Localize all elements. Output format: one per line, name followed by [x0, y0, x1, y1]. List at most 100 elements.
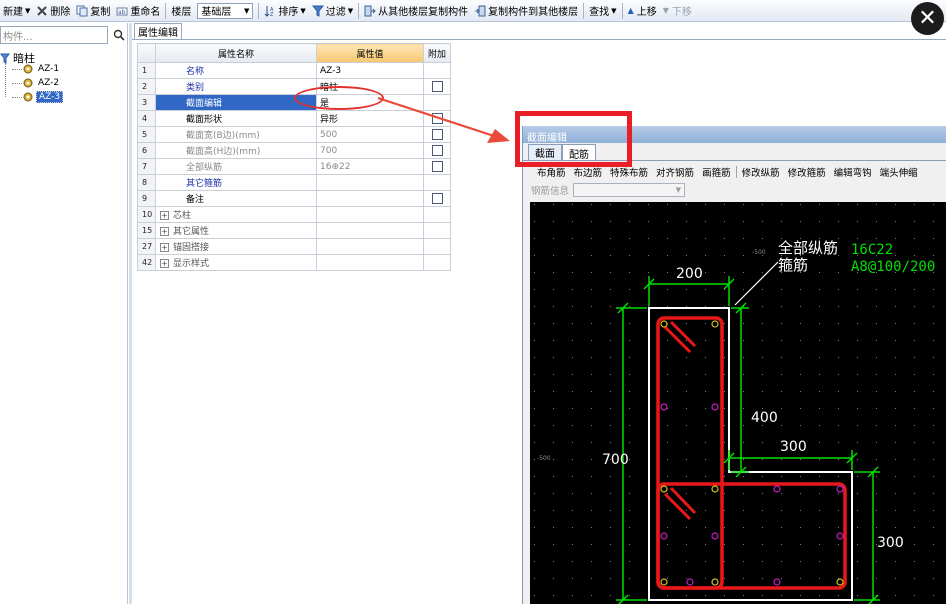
- value-all-long-bars: 16C22: [851, 242, 893, 258]
- axis-label-top: -500: [752, 249, 766, 256]
- copy-button[interactable]: 复制: [73, 1, 113, 21]
- attach-cell: [423, 190, 451, 207]
- value-stirrup: A8@100/200: [851, 259, 935, 275]
- search-button[interactable]: [110, 26, 127, 44]
- expand-plus-icon[interactable]: +: [160, 259, 169, 268]
- tab-property-edit[interactable]: 属性编辑: [134, 23, 182, 39]
- property-row[interactable]: 15 + 其它属性: [137, 222, 451, 239]
- property-value[interactable]: [316, 174, 424, 191]
- toolbar-separator: [165, 2, 167, 19]
- property-row[interactable]: 8 其它箍筋: [137, 174, 451, 191]
- component-tree-pane: 构件... 暗柱 AZ-1 AZ-2 AZ-3: [0, 23, 128, 604]
- property-row[interactable]: 7 全部纵筋 16⊕22: [137, 158, 451, 175]
- edit-stirrup-button[interactable]: 修改箍筋: [784, 165, 830, 179]
- align-bar-button[interactable]: 对齐钢筋: [652, 165, 698, 179]
- property-value[interactable]: [316, 238, 424, 255]
- special-bar-button[interactable]: 特殊布筋: [606, 165, 652, 179]
- toolbar-separator: [258, 2, 260, 19]
- attach-checkbox[interactable]: [431, 113, 443, 124]
- attach-checkbox[interactable]: [431, 145, 443, 156]
- place-edge-bar-button[interactable]: 布边筋: [570, 165, 607, 179]
- expand-plus-icon[interactable]: +: [160, 211, 169, 220]
- row-number: 2: [137, 78, 156, 95]
- property-name: 截面形状: [155, 110, 317, 127]
- sort-button[interactable]: AZ 排序 ▼: [261, 1, 308, 21]
- corner-rebar: [660, 578, 668, 586]
- tree-item-label: AZ-3: [36, 91, 64, 103]
- svg-text:ab: ab: [118, 9, 126, 16]
- property-value[interactable]: 异形: [316, 110, 424, 127]
- property-value[interactable]: [316, 206, 424, 223]
- expand-plus-icon[interactable]: +: [160, 243, 169, 252]
- find-label: 查找: [589, 7, 610, 18]
- property-row[interactable]: 27 + 锚固搭接: [137, 238, 451, 255]
- property-row[interactable]: 4 截面形状 异形: [137, 110, 451, 127]
- splitter[interactable]: [129, 23, 132, 604]
- edge-rebar: [660, 532, 668, 540]
- property-row[interactable]: 42 + 显示样式: [137, 254, 451, 271]
- property-name: 全部纵筋: [155, 158, 317, 175]
- search-input[interactable]: 构件...: [0, 26, 108, 44]
- attach-checkbox[interactable]: [431, 81, 443, 92]
- attach-cell: [423, 174, 451, 191]
- property-row[interactable]: 9 备注: [137, 190, 451, 207]
- property-value[interactable]: [316, 190, 424, 207]
- header-attach: 附加: [423, 43, 451, 63]
- property-row[interactable]: 6 截面高(H边)(mm) 700: [137, 142, 451, 159]
- dropdown-arrow-icon: ▼: [611, 6, 617, 15]
- place-corner-bar-button[interactable]: 布角筋: [533, 165, 570, 179]
- row-number: 8: [137, 174, 156, 191]
- row-number: 10: [137, 206, 156, 223]
- property-value[interactable]: [316, 222, 424, 239]
- property-row[interactable]: 5 截面宽(B边)(mm) 500: [137, 126, 451, 143]
- copy-to-other-floor-button[interactable]: 复制构件到其他楼层: [471, 1, 581, 21]
- edit-long-bar-button[interactable]: 修改纵筋: [738, 165, 784, 179]
- floor-select[interactable]: 基础层 ▼: [197, 2, 254, 19]
- dropdown-arrow-icon: ▼: [347, 6, 354, 15]
- attach-checkbox[interactable]: [431, 193, 443, 204]
- annotation-arrow-head: [487, 129, 510, 143]
- property-value[interactable]: [316, 254, 424, 271]
- highlight-box: [515, 111, 632, 167]
- delete-button[interactable]: 删除: [33, 1, 73, 21]
- chevron-down-icon: ▼: [675, 186, 682, 194]
- attach-checkbox[interactable]: [431, 129, 443, 140]
- attach-checkbox[interactable]: [431, 161, 443, 172]
- property-row[interactable]: 10 + 芯柱: [137, 206, 451, 223]
- property-row[interactable]: 2 类别 暗柱: [137, 78, 451, 95]
- section-drawing-canvas[interactable]: -500 -500 200 700 400 300 300 全部纵筋 箍筋 16…: [530, 202, 946, 604]
- corner-rebar: [660, 320, 668, 328]
- move-down-button[interactable]: ▼ 下移: [660, 1, 695, 21]
- tree-item-az-2[interactable]: AZ-2: [12, 78, 61, 88]
- close-icon: ✕: [918, 5, 937, 31]
- edit-hook-button[interactable]: 编辑弯钩: [830, 165, 876, 179]
- attach-cell: [423, 62, 451, 79]
- row-number: 1: [137, 62, 156, 79]
- row-number: 6: [137, 142, 156, 159]
- dropdown-arrow-icon: ▼: [25, 6, 31, 15]
- draw-stirrup-button[interactable]: 画箍筋: [698, 165, 735, 179]
- copy-from-other-floor-button[interactable]: 从其他楼层复制构件: [361, 1, 471, 21]
- filter-button[interactable]: 过滤 ▼: [309, 1, 356, 21]
- property-value[interactable]: AZ-3: [316, 62, 424, 79]
- edge-rebar: [836, 532, 844, 540]
- delete-icon: [37, 5, 48, 16]
- tree-item-az-3[interactable]: AZ-3: [12, 91, 64, 103]
- attach-cell: [423, 158, 451, 175]
- tree-item-az-1[interactable]: AZ-1: [12, 64, 61, 74]
- find-button[interactable]: 查找 ▼: [586, 1, 619, 21]
- property-rows: 1 名称 AZ-3 2 类别 暗柱 3 截面编辑是 4 截面形状 异形 5 截面宽(B边)(mm) 500…: [137, 62, 451, 271]
- up-arrow-icon: ▲: [627, 6, 634, 15]
- move-up-label: 上移: [636, 7, 657, 18]
- end-stretch-button[interactable]: 端头伸缩: [876, 165, 922, 179]
- attach-cell: [423, 142, 451, 159]
- rebar-info-select[interactable]: ▼: [573, 183, 686, 197]
- rename-button[interactable]: ab 重命名: [113, 1, 163, 21]
- property-row[interactable]: 1 名称 AZ-3: [137, 62, 451, 79]
- close-button[interactable]: ✕: [911, 2, 944, 35]
- expand-plus-icon[interactable]: +: [160, 227, 169, 236]
- corner-rebar: [660, 485, 668, 493]
- move-up-button[interactable]: ▲ 上移: [625, 1, 660, 21]
- floor-copy-to-icon: [475, 5, 486, 16]
- new-button[interactable]: 新建 ▼: [0, 1, 33, 21]
